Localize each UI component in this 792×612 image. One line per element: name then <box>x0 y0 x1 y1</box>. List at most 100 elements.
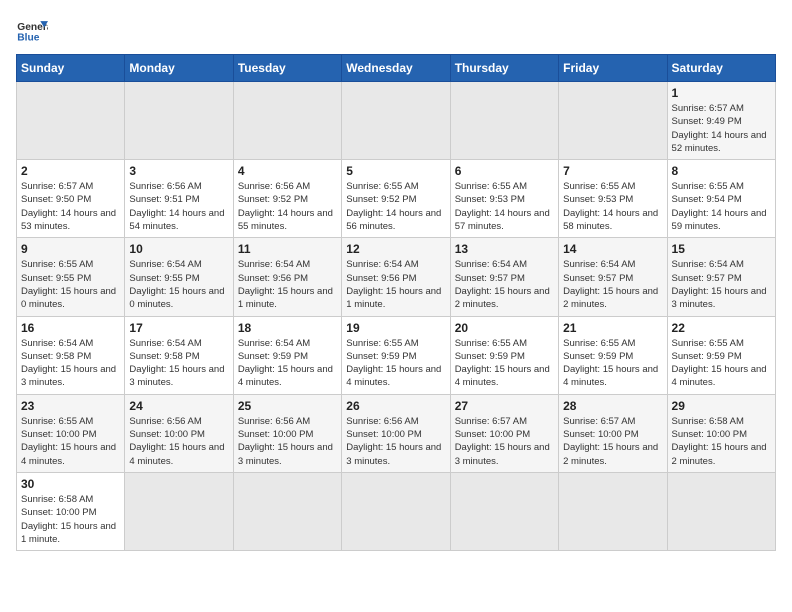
calendar-week-row: 2 Sunrise: 6:57 AMSunset: 9:50 PMDaylight… <box>17 160 776 238</box>
calendar-cell: 10 Sunrise: 6:54 AMSunset: 9:55 PMDayligh… <box>125 238 233 316</box>
day-info: Sunrise: 6:55 AMSunset: 9:59 PMDaylight:… <box>455 338 550 389</box>
calendar-cell: 5 Sunrise: 6:55 AMSunset: 9:52 PMDaylight… <box>342 160 450 238</box>
day-info: Sunrise: 6:55 AMSunset: 9:54 PMDaylight:… <box>672 181 767 232</box>
day-number: 17 <box>129 321 228 335</box>
weekday-header-sunday: Sunday <box>17 55 125 82</box>
day-number: 1 <box>672 86 771 100</box>
calendar-cell: 15Sunrise: 6:54 AMSunset: 9:57 PMDayligh… <box>667 238 775 316</box>
day-number: 16 <box>21 321 120 335</box>
day-info: Sunrise: 6:56 AMSunset: 10:00 PMDaylight… <box>238 416 333 467</box>
day-info: Sunrise: 6:56 AMSunset: 9:51 PMDaylight:… <box>129 181 224 232</box>
calendar-cell: 8 Sunrise: 6:55 AMSunset: 9:54 PMDaylight… <box>667 160 775 238</box>
day-number: 10 <box>129 242 228 256</box>
day-info: Sunrise: 6:55 AMSunset: 9:59 PMDaylight:… <box>563 338 658 389</box>
calendar-cell: 14 Sunrise: 6:54 AMSunset: 9:57 PMDayligh… <box>559 238 667 316</box>
day-info: Sunrise: 6:57 AMSunset: 9:49 PMDaylight:… <box>672 103 767 154</box>
calendar-cell: 27 Sunrise: 6:57 AMSunset: 10:00 PMDaylig… <box>450 394 558 472</box>
day-info: Sunrise: 6:57 AMSunset: 10:00 PMDaylight… <box>455 416 550 467</box>
svg-text:Blue: Blue <box>17 32 39 43</box>
calendar-cell <box>17 82 125 160</box>
day-info: Sunrise: 6:57 AMSunset: 10:00 PMDaylight… <box>563 416 658 467</box>
calendar-week-row: 30 Sunrise: 6:58 AMSunset: 10:00 PMDaylig… <box>17 472 776 550</box>
logo: General Blue <box>16 16 48 48</box>
calendar-cell: 28 Sunrise: 6:57 AMSunset: 10:00 PMDaylig… <box>559 394 667 472</box>
day-number: 12 <box>346 242 445 256</box>
logo-icon: General Blue <box>16 16 48 48</box>
day-info: Sunrise: 6:55 AMSunset: 9:55 PMDaylight:… <box>21 259 116 310</box>
day-info: Sunrise: 6:54 AMSunset: 9:57 PMDaylight:… <box>455 259 550 310</box>
day-info: Sunrise: 6:58 AMSunset: 10:00 PMDaylight… <box>21 494 116 545</box>
day-info: Sunrise: 6:55 AMSunset: 9:59 PMDaylight:… <box>672 338 767 389</box>
weekday-header-tuesday: Tuesday <box>233 55 341 82</box>
calendar-cell: 20 Sunrise: 6:55 AMSunset: 9:59 PMDayligh… <box>450 316 558 394</box>
weekday-header-saturday: Saturday <box>667 55 775 82</box>
day-number: 21 <box>563 321 662 335</box>
weekday-header-thursday: Thursday <box>450 55 558 82</box>
calendar-cell: 4 Sunrise: 6:56 AMSunset: 9:52 PMDaylight… <box>233 160 341 238</box>
day-number: 5 <box>346 164 445 178</box>
day-number: 14 <box>563 242 662 256</box>
day-number: 3 <box>129 164 228 178</box>
day-number: 22 <box>672 321 771 335</box>
day-info: Sunrise: 6:57 AMSunset: 9:50 PMDaylight:… <box>21 181 116 232</box>
day-info: Sunrise: 6:58 AMSunset: 10:00 PMDaylight… <box>672 416 767 467</box>
day-info: Sunrise: 6:56 AMSunset: 10:00 PMDaylight… <box>129 416 224 467</box>
day-info: Sunrise: 6:55 AMSunset: 9:53 PMDaylight:… <box>455 181 550 232</box>
day-number: 24 <box>129 399 228 413</box>
calendar-cell: 18Sunrise: 6:54 AMSunset: 9:59 PMDayligh… <box>233 316 341 394</box>
day-number: 19 <box>346 321 445 335</box>
calendar-cell: 19 Sunrise: 6:55 AMSunset: 9:59 PMDayligh… <box>342 316 450 394</box>
day-number: 2 <box>21 164 120 178</box>
day-number: 11 <box>238 242 337 256</box>
calendar-cell: 16Sunrise: 6:54 AMSunset: 9:58 PMDayligh… <box>17 316 125 394</box>
calendar-cell: 29 Sunrise: 6:58 AMSunset: 10:00 PMDaylig… <box>667 394 775 472</box>
calendar-cell <box>125 472 233 550</box>
calendar-cell: 26Sunrise: 6:56 AMSunset: 10:00 PMDaylig… <box>342 394 450 472</box>
day-info: Sunrise: 6:54 AMSunset: 9:56 PMDaylight:… <box>238 259 333 310</box>
day-info: Sunrise: 6:55 AMSunset: 9:52 PMDaylight:… <box>346 181 441 232</box>
day-info: Sunrise: 6:54 AMSunset: 9:58 PMDaylight:… <box>129 338 224 389</box>
calendar-cell: 7Sunrise: 6:55 AMSunset: 9:53 PMDaylight… <box>559 160 667 238</box>
day-info: Sunrise: 6:54 AMSunset: 9:56 PMDaylight:… <box>346 259 441 310</box>
calendar-cell: 13 Sunrise: 6:54 AMSunset: 9:57 PMDayligh… <box>450 238 558 316</box>
calendar-week-row: 9 Sunrise: 6:55 AMSunset: 9:55 PMDaylight… <box>17 238 776 316</box>
day-number: 29 <box>672 399 771 413</box>
calendar-cell: 6Sunrise: 6:55 AMSunset: 9:53 PMDaylight… <box>450 160 558 238</box>
day-info: Sunrise: 6:54 AMSunset: 9:55 PMDaylight:… <box>129 259 224 310</box>
day-number: 25 <box>238 399 337 413</box>
day-info: Sunrise: 6:54 AMSunset: 9:57 PMDaylight:… <box>563 259 658 310</box>
calendar-week-row: 1 Sunrise: 6:57 AMSunset: 9:49 PMDaylight… <box>17 82 776 160</box>
day-number: 26 <box>346 399 445 413</box>
calendar-cell: 3 Sunrise: 6:56 AMSunset: 9:51 PMDaylight… <box>125 160 233 238</box>
day-number: 4 <box>238 164 337 178</box>
calendar-cell <box>450 472 558 550</box>
calendar-cell: 21 Sunrise: 6:55 AMSunset: 9:59 PMDayligh… <box>559 316 667 394</box>
calendar-table: SundayMondayTuesdayWednesdayThursdayFrid… <box>16 54 776 551</box>
calendar-cell: 30 Sunrise: 6:58 AMSunset: 10:00 PMDaylig… <box>17 472 125 550</box>
day-number: 30 <box>21 477 120 491</box>
calendar-cell: 1 Sunrise: 6:57 AMSunset: 9:49 PMDaylight… <box>667 82 775 160</box>
day-info: Sunrise: 6:55 AMSunset: 9:53 PMDaylight:… <box>563 181 658 232</box>
calendar-cell <box>125 82 233 160</box>
day-number: 20 <box>455 321 554 335</box>
day-number: 27 <box>455 399 554 413</box>
day-number: 13 <box>455 242 554 256</box>
calendar-cell <box>450 82 558 160</box>
weekday-header-friday: Friday <box>559 55 667 82</box>
day-number: 28 <box>563 399 662 413</box>
day-number: 9 <box>21 242 120 256</box>
calendar-week-row: 16 Sunrise: 6:54 AMSunset: 9:58 PMDayligh… <box>17 316 776 394</box>
day-info: Sunrise: 6:55 AMSunset: 9:59 PMDaylight:… <box>346 338 441 389</box>
day-number: 18 <box>238 321 337 335</box>
day-number: 23 <box>21 399 120 413</box>
day-number: 8 <box>672 164 771 178</box>
day-info: Sunrise: 6:56 AMSunset: 9:52 PMDaylight:… <box>238 181 333 232</box>
calendar-cell <box>342 472 450 550</box>
calendar-cell <box>559 472 667 550</box>
weekday-header-wednesday: Wednesday <box>342 55 450 82</box>
calendar-week-row: 23Sunrise: 6:55 AMSunset: 10:00 PMDaylig… <box>17 394 776 472</box>
calendar-cell: 12 Sunrise: 6:54 AMSunset: 9:56 PMDayligh… <box>342 238 450 316</box>
header: General Blue <box>16 16 776 48</box>
calendar-cell: 25 Sunrise: 6:56 AMSunset: 10:00 PMDaylig… <box>233 394 341 472</box>
calendar-cell: 24 Sunrise: 6:56 AMSunset: 10:00 PMDaylig… <box>125 394 233 472</box>
